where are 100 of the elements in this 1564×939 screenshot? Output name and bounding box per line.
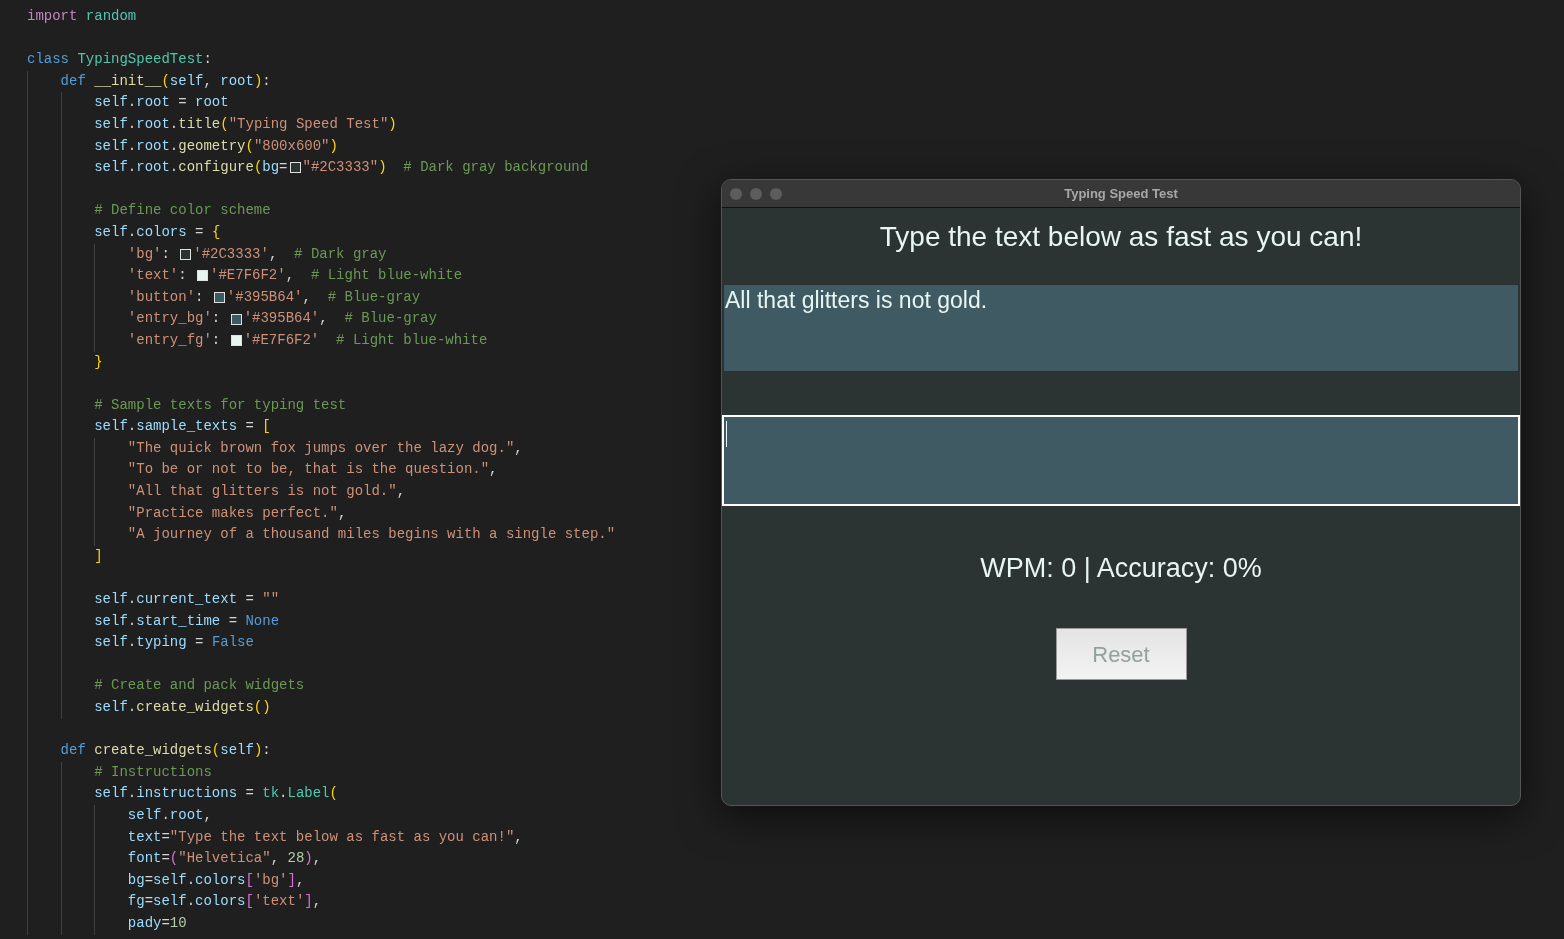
reset-button[interactable]: Reset bbox=[1055, 628, 1187, 680]
code-token: ] bbox=[304, 892, 313, 912]
code-token: "Type the text below as fast as you can!" bbox=[169, 827, 515, 847]
code-token: class bbox=[27, 50, 69, 70]
code-token: def bbox=[60, 741, 86, 761]
code-token: self bbox=[94, 222, 128, 242]
instructions-label: Type the text below as fast as you can! bbox=[879, 220, 1363, 254]
code-token: import bbox=[27, 7, 78, 26]
code-token: ) bbox=[329, 136, 338, 156]
code-token: pady bbox=[127, 913, 162, 933]
code-token: = bbox=[161, 827, 170, 847]
code-token: self bbox=[94, 611, 128, 631]
code-token: ( bbox=[161, 71, 170, 91]
code-token: . bbox=[127, 611, 137, 631]
code-token: TypingSpeedTest bbox=[77, 50, 204, 70]
code-token: "A journey of a thousand miles begins with a single step." bbox=[127, 525, 616, 545]
close-button[interactable] bbox=[730, 187, 742, 200]
code-token: geometry bbox=[178, 136, 246, 156]
code-token: , bbox=[203, 71, 212, 91]
code-token: font bbox=[127, 849, 162, 869]
code-token: = bbox=[195, 633, 204, 653]
code-token: , bbox=[270, 849, 280, 869]
code-token: self bbox=[94, 784, 128, 804]
code-token: [ bbox=[262, 417, 271, 437]
code-token: 'bg' bbox=[127, 244, 162, 264]
code-token: tk bbox=[262, 784, 280, 804]
code-token: . bbox=[169, 136, 179, 156]
code-token: '#2C3333' bbox=[193, 244, 269, 264]
code-token: . bbox=[127, 633, 137, 653]
code-token: , bbox=[337, 503, 347, 523]
window-title: Typing Speed Test bbox=[1063, 184, 1179, 203]
minimize-button[interactable] bbox=[750, 187, 762, 200]
code-token: . bbox=[127, 417, 137, 437]
code-token: # Blue-gray bbox=[327, 287, 421, 307]
code-token: : bbox=[161, 244, 170, 264]
code-token: typing bbox=[136, 633, 187, 653]
code-token: bg bbox=[262, 158, 280, 178]
code-token: : bbox=[262, 71, 271, 91]
code-token: . bbox=[186, 892, 196, 912]
code-token: [ bbox=[245, 892, 254, 912]
code-token: __init__ bbox=[94, 71, 162, 91]
code-token: # Light blue-white bbox=[310, 266, 463, 286]
code-token: self bbox=[94, 93, 128, 113]
code-token: '#E7F6F2' bbox=[243, 330, 320, 350]
code-token: self bbox=[127, 805, 162, 825]
code-token: = bbox=[144, 892, 154, 912]
code-token: "#2C3333" bbox=[302, 158, 379, 178]
code-token: "The quick brown fox jumps over the lazy dog." bbox=[127, 438, 515, 458]
code-token: , bbox=[285, 266, 295, 286]
code-token: 'text' bbox=[127, 266, 179, 286]
code-token: . bbox=[127, 222, 137, 242]
code-token: . bbox=[279, 784, 288, 804]
code-token: } bbox=[94, 352, 103, 372]
code-token: False bbox=[211, 633, 254, 653]
code-token: self bbox=[94, 633, 128, 653]
code-token: 'entry_fg' bbox=[127, 330, 212, 350]
code-token: root bbox=[220, 71, 254, 91]
code-token: self bbox=[153, 870, 187, 890]
code-token: # Instructions bbox=[94, 762, 212, 782]
code-token: "To be or not to be, that is the question." bbox=[127, 460, 490, 480]
code-token: ( bbox=[169, 849, 179, 869]
code-token: "Helvetica" bbox=[178, 849, 271, 869]
code-token: # Light blue-white bbox=[336, 330, 488, 350]
code-token: = bbox=[144, 870, 154, 890]
code-token: self bbox=[94, 114, 128, 134]
code-token: ) bbox=[378, 158, 387, 178]
code-token: "" bbox=[262, 590, 280, 610]
typing-input-field[interactable] bbox=[722, 415, 1520, 506]
code-token: . bbox=[127, 784, 137, 804]
code-token: ( bbox=[253, 158, 263, 178]
code-token: # Dark gray background bbox=[403, 158, 589, 178]
code-token: ) bbox=[304, 849, 313, 869]
code-token: : bbox=[211, 330, 221, 350]
code-token: = bbox=[245, 590, 254, 610]
code-token: root bbox=[136, 114, 170, 134]
code-token: , bbox=[203, 805, 212, 825]
code-token: 'entry_bg' bbox=[127, 309, 212, 329]
code-token: root bbox=[136, 93, 170, 113]
code-token: colors bbox=[195, 870, 246, 890]
code-token: . bbox=[127, 698, 137, 717]
code-token: self bbox=[94, 698, 128, 717]
code-token: colors bbox=[136, 222, 187, 242]
zoom-button[interactable] bbox=[770, 187, 782, 200]
code-token: None bbox=[245, 611, 280, 631]
code-token: '#E7F6F2' bbox=[210, 266, 286, 286]
code-token: . bbox=[127, 93, 137, 113]
code-token: "All that glitters is not gold." bbox=[127, 482, 397, 502]
code-token: , bbox=[302, 287, 311, 307]
code-token: # Dark gray bbox=[294, 244, 387, 264]
code-token: colors bbox=[195, 892, 246, 912]
code-token: : bbox=[211, 309, 221, 329]
code-token: ] bbox=[287, 870, 296, 890]
code-token: title bbox=[178, 114, 221, 134]
code-token: root bbox=[169, 805, 204, 825]
code-token: . bbox=[186, 870, 196, 890]
code-token: self bbox=[94, 590, 128, 610]
code-token: , bbox=[489, 460, 498, 480]
code-token: 10 bbox=[169, 913, 187, 933]
code-token: ( bbox=[220, 114, 229, 134]
code-token: # Sample texts for typing test bbox=[94, 395, 347, 415]
